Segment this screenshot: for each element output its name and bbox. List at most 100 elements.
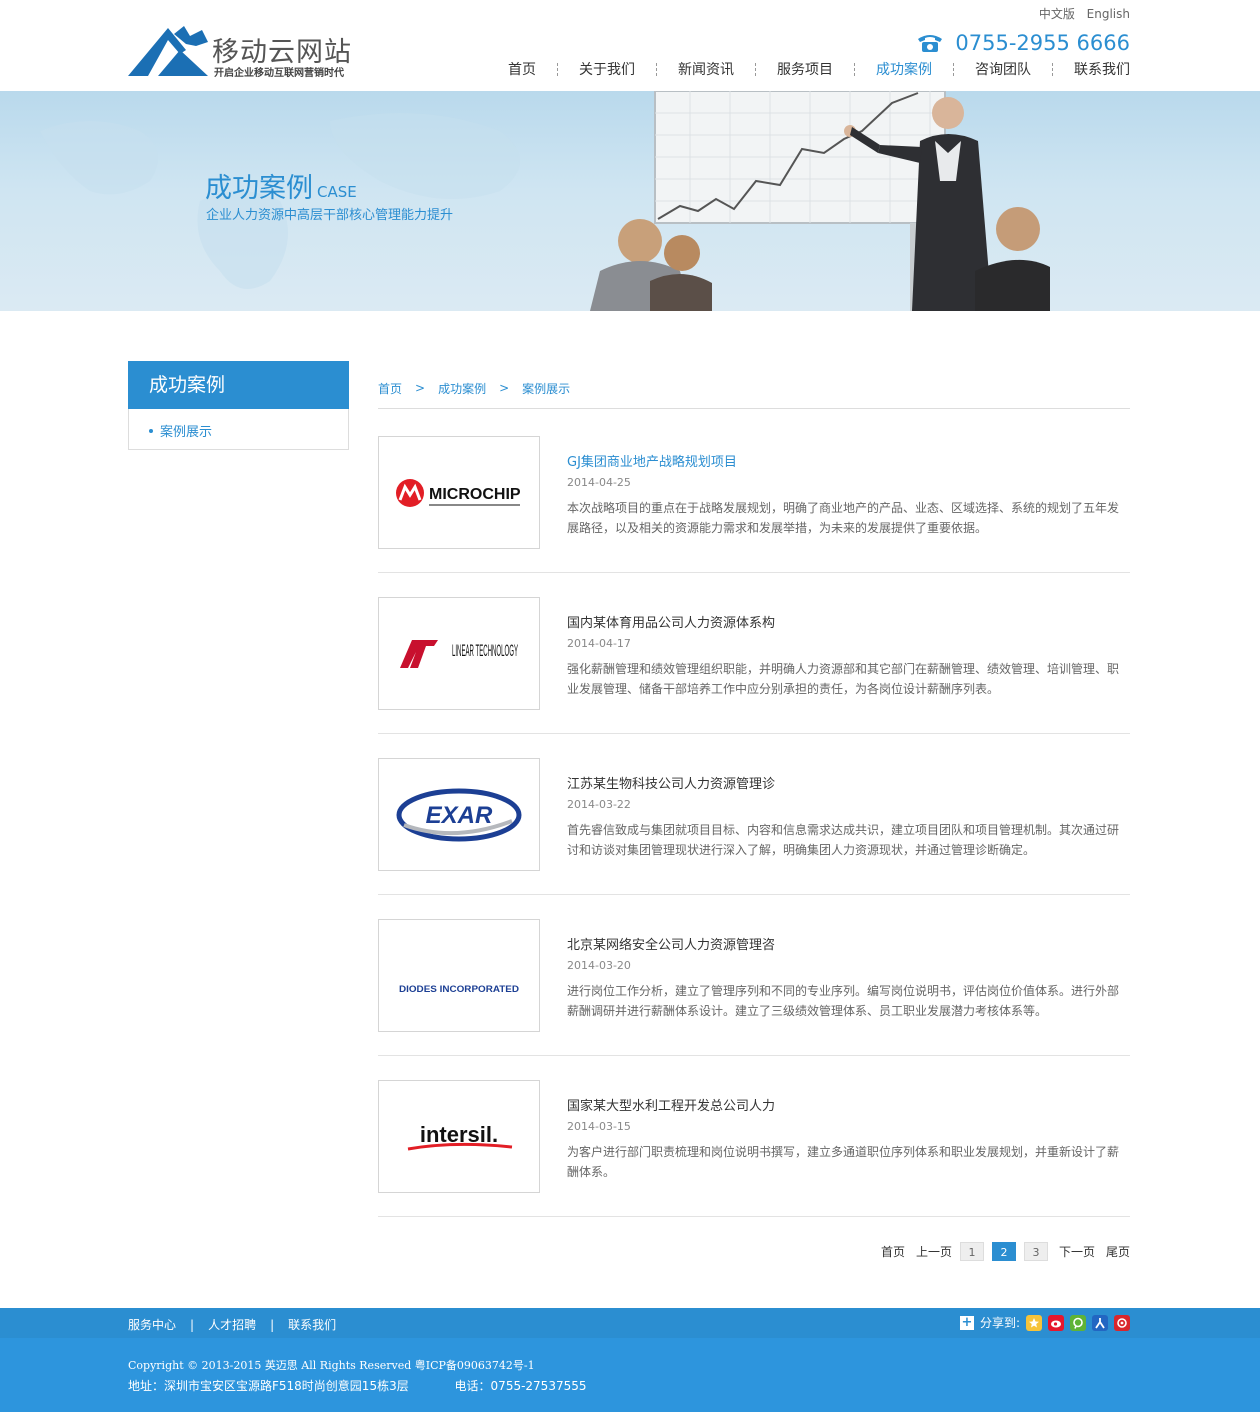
footer-link-contact[interactable]: 联系我们 [288, 1316, 336, 1333]
case-title[interactable]: 江苏某生物科技公司人力资源管理诊 [567, 773, 775, 792]
logo-subtitle: 开启企业移动互联网营销时代 [214, 68, 344, 79]
case-date: 2014-03-22 [567, 798, 631, 811]
nav-cases[interactable]: 成功案例 [876, 59, 932, 79]
divider [378, 733, 1130, 734]
breadcrumb-cases[interactable]: 成功案例 [438, 380, 486, 397]
qzone-share-icon[interactable] [1026, 1314, 1042, 1331]
case-description: 首先睿信致成与集团就项目目标、内容和信息需求达成共识，建立项目团队和项目管理机制… [567, 823, 1120, 857]
case-date: 2014-03-20 [567, 959, 631, 972]
page-banner: 成功案例 CASE 企业人力资源中高层干部核心管理能力提升 [0, 91, 1260, 311]
divider [378, 572, 1130, 573]
chevron-right-icon: > [499, 381, 510, 395]
share-plus-icon[interactable]: + [959, 1315, 974, 1330]
footer-address-line: 地址：深圳市宝安区宝源路F518时尚创意园15栋3层 电话：0755-27537… [128, 1377, 587, 1394]
share-bar: + 分享到: [959, 1314, 1130, 1331]
case-title[interactable]: 国内某体育用品公司人力资源体系构 [567, 612, 775, 631]
divider [378, 408, 1130, 409]
case-description: 为客户进行部门职责梳理和岗位说明书撰写，建立多通道职位序列体系和职业发展规划，并… [567, 1145, 1120, 1179]
footer-address: 地址：深圳市宝安区宝源路F518时尚创意园15栋3层 [128, 1379, 409, 1393]
more-share-icon[interactable] [1114, 1314, 1130, 1331]
sidebar-item-label: 案例展示 [160, 425, 213, 440]
case-description: 强化薪酬管理和绩效管理组织职能，并明确人力资源部和其它部门在薪酬管理、绩效管理、… [567, 662, 1120, 696]
footer-divider: | [270, 1317, 275, 1332]
nav-divider [1052, 62, 1053, 76]
lang-chinese-link[interactable]: 中文版 [1039, 7, 1075, 21]
case-description: 本次战略项目的重点在于战略发展规划，明确了商业地产的产品、业态、区域选择、系统的… [567, 501, 1120, 535]
renren-share-icon[interactable] [1092, 1314, 1108, 1331]
pager-last[interactable]: 尾页 [1106, 1243, 1130, 1260]
microchip-logo: MICROCHIP [396, 478, 521, 507]
footer-link-service[interactable]: 服务中心 [128, 1316, 176, 1333]
sidebar-item-case-showcase[interactable]: 案例展示 [149, 421, 212, 440]
footer-links: 服务中心 | 人才招聘 | 联系我们 [128, 1316, 336, 1333]
pager-prev[interactable]: 上一页 [916, 1243, 952, 1260]
footer-copyright: Copyright © 2013-2015 英迈思 All Rights Res… [128, 1359, 535, 1372]
sidebar-heading: 成功案例 [128, 361, 349, 409]
tencent-share-icon[interactable] [1070, 1314, 1086, 1331]
breadcrumb-home[interactable]: 首页 [378, 380, 402, 397]
breadcrumb-current[interactable]: 案例展示 [522, 380, 570, 397]
lang-english-link[interactable]: English [1087, 7, 1130, 21]
chevron-right-icon: > [415, 381, 426, 395]
nav-divider [557, 62, 558, 76]
bullet-icon [149, 428, 153, 433]
logo-mountain-icon [128, 26, 208, 76]
sidebar-menu: 案例展示 [128, 409, 349, 450]
nav-services[interactable]: 服务项目 [777, 59, 833, 79]
pagination: 首页 上一页 1 2 3 下一页 尾页 [881, 1242, 1130, 1261]
divider [378, 894, 1130, 895]
case-logo-intersil[interactable]: intersil. [378, 1080, 540, 1193]
case-logo-exar[interactable]: EXAR [378, 758, 540, 871]
nav-contact[interactable]: 联系我们 [1074, 59, 1130, 79]
presentation-illustration [590, 91, 1050, 311]
banner-title-cn: 成功案例 [205, 173, 313, 204]
case-item: MICROCHIP GJ集团商业地产战略规划项目 2014-04-25 本次战略… [378, 436, 1130, 573]
case-logo-diodes[interactable]: DIODES INCORPORATED [378, 919, 540, 1032]
pager-first[interactable]: 首页 [881, 1243, 905, 1260]
case-description: 进行岗位工作分析，建立了管理序列和不同的专业序列。编写岗位说明书，评估岗位价值体… [567, 984, 1120, 1018]
language-switch: 中文版 English [1031, 5, 1130, 22]
case-logo-microchip[interactable]: MICROCHIP [378, 436, 540, 549]
share-label: 分享到: [979, 1316, 1020, 1330]
nav-divider [854, 62, 855, 76]
nav-team[interactable]: 咨询团队 [975, 59, 1031, 79]
case-item: DIODES INCORPORATED 北京某网络安全公司人力资源管理咨 201… [378, 919, 1130, 1056]
case-logo-text: EXAR [426, 802, 493, 829]
case-logo-text: DIODES INCORPORATED [399, 984, 520, 994]
case-date: 2014-04-17 [567, 637, 631, 650]
site-logo[interactable]: 移动云网站 开启企业移动互联网营销时代 [128, 24, 358, 80]
footer-main: Copyright © 2013-2015 英迈思 All Rights Res… [0, 1338, 1260, 1412]
weibo-share-icon[interactable] [1048, 1314, 1064, 1331]
pager-next[interactable]: 下一页 [1059, 1243, 1095, 1260]
phone-number: 0755-2955 6666 [955, 31, 1130, 55]
nav-about[interactable]: 关于我们 [579, 59, 635, 79]
case-logo-linear[interactable]: LINEAR TECHNOLOGY [378, 597, 540, 710]
diodes-logo: DIODES INCORPORATED [399, 984, 520, 994]
hotline: 0755-2955 6666 [917, 30, 1130, 56]
case-title[interactable]: 国家某大型水利工程开发总公司人力 [567, 1095, 775, 1114]
footer-tel: 电话：0755-27537555 [454, 1379, 587, 1393]
case-date: 2014-03-15 [567, 1120, 631, 1133]
nav-divider [656, 62, 657, 76]
breadcrumb: 首页 > 成功案例 > 案例展示 [378, 379, 570, 397]
banner-title-en: CASE [317, 183, 357, 201]
intersil-logo: intersil. [407, 1122, 513, 1150]
case-date: 2014-04-25 [567, 476, 631, 489]
nav-news[interactable]: 新闻资讯 [678, 59, 734, 79]
footer-bar: 服务中心 | 人才招聘 | 联系我们 + 分享到: [0, 1308, 1260, 1338]
exar-logo: EXAR [396, 788, 522, 841]
divider [378, 1216, 1130, 1217]
pager-page-2[interactable]: 2 [991, 1242, 1016, 1261]
case-title[interactable]: 北京某网络安全公司人力资源管理咨 [567, 934, 775, 953]
nav-home[interactable]: 首页 [508, 59, 536, 79]
case-logo-text: LINEAR TECHNOLOGY [452, 641, 518, 660]
telephone-icon [918, 35, 943, 52]
pager-page-1[interactable]: 1 [959, 1242, 984, 1261]
pager-page-3[interactable]: 3 [1023, 1242, 1048, 1261]
case-item: LINEAR TECHNOLOGY 国内某体育用品公司人力资源体系构 2014-… [378, 597, 1130, 734]
case-item: intersil. 国家某大型水利工程开发总公司人力 2014-03-15 为客… [378, 1080, 1130, 1217]
nav-divider [755, 62, 756, 76]
footer-link-jobs[interactable]: 人才招聘 [208, 1316, 256, 1333]
case-title[interactable]: GJ集团商业地产战略规划项目 [567, 451, 737, 470]
linear-technology-logo: LINEAR TECHNOLOGY [400, 639, 518, 668]
